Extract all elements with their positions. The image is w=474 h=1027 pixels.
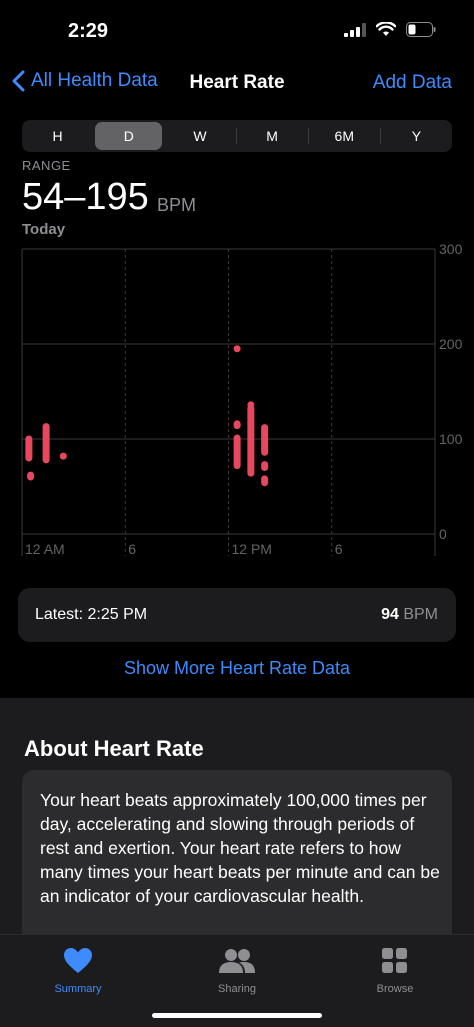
latest-bpm-value: 94 — [381, 606, 399, 623]
latest-bpm-unit: BPM — [403, 606, 438, 623]
y-tick-label: 300 — [439, 241, 463, 257]
range-value: 54–195 — [22, 176, 149, 218]
y-tick-label: 0 — [439, 526, 447, 542]
heart-rate-range-bar — [233, 420, 241, 430]
back-button[interactable]: All Health Data — [12, 70, 158, 92]
status-time: 2:29 — [68, 20, 109, 42]
tab-sharing[interactable]: Sharing — [187, 945, 287, 995]
tab-bar: Summary Sharing Browse — [0, 934, 474, 1027]
heart-rate-range-bar — [27, 471, 35, 481]
x-tick-label: 12 PM — [232, 541, 272, 557]
segment-year[interactable]: Y — [383, 122, 450, 150]
wifi-icon — [375, 21, 397, 42]
heart-rate-chart-svg: 300 200 100 0 12 AM 6 12 PM 6 — [21, 241, 463, 557]
tab-sharing-label: Sharing — [218, 983, 256, 995]
people-icon — [187, 945, 287, 977]
tab-summary[interactable]: Summary — [28, 945, 128, 995]
segment-hour[interactable]: H — [24, 122, 91, 150]
heart-rate-range-bar — [42, 423, 50, 464]
y-tick-label: 100 — [439, 431, 463, 447]
grid-icon — [345, 945, 445, 977]
heart-rate-range-bar — [247, 401, 255, 409]
heart-rate-range-bar — [247, 405, 255, 477]
heart-icon — [28, 945, 128, 977]
status-icons — [344, 21, 436, 42]
heart-rate-range-bar — [59, 452, 67, 460]
about-title: About Heart Rate — [24, 736, 204, 761]
segment-month[interactable]: M — [239, 122, 306, 150]
status-bar: 2:29 — [0, 0, 474, 60]
y-tick-label: 200 — [439, 336, 463, 352]
range-unit: BPM — [157, 195, 197, 215]
heart-rate-range-bar — [233, 434, 241, 470]
chevron-left-icon — [12, 70, 25, 92]
add-data-button[interactable]: Add Data — [373, 72, 452, 94]
show-more-heart-rate-data-link[interactable]: Show More Heart Rate Data — [0, 658, 474, 679]
about-text: Your heart beats approximately 100,000 t… — [40, 790, 440, 906]
tab-browse[interactable]: Browse — [345, 945, 445, 995]
heart-rate-range-bar — [261, 461, 269, 471]
heart-rate-chart[interactable]: 300 200 100 0 12 AM 6 12 PM 6 — [0, 240, 474, 565]
back-button-label: All Health Data — [31, 70, 158, 91]
range-label: RANGE — [22, 158, 71, 173]
heart-rate-range-bar — [261, 424, 269, 456]
range-period: Today — [22, 221, 66, 238]
segment-divider — [235, 128, 237, 144]
heart-rate-range-bar — [233, 345, 241, 353]
navigation-bar: All Health Data Heart Rate Add Data — [0, 60, 474, 108]
heart-rate-range-bar — [261, 475, 269, 487]
latest-reading-card[interactable]: Latest: 2:25 PM 94 BPM — [18, 588, 456, 642]
heart-rate-range-bar — [25, 435, 33, 462]
latest-reading-label: Latest: 2:25 PM — [35, 606, 148, 623]
x-tick-label: 6 — [128, 541, 136, 557]
segment-day[interactable]: D — [95, 122, 163, 150]
cellular-signal-icon — [344, 22, 366, 42]
segment-week[interactable]: W — [166, 122, 233, 150]
x-tick-label: 12 AM — [25, 541, 65, 557]
latest-reading-value: 94 BPM — [381, 606, 438, 624]
tab-summary-label: Summary — [54, 983, 102, 995]
tab-browse-label: Browse — [376, 983, 414, 995]
home-indicator — [152, 1013, 322, 1018]
segment-divider — [379, 128, 381, 144]
segment-divider — [307, 128, 309, 144]
x-tick-label: 6 — [335, 541, 343, 557]
time-range-segmented-control: H D W M 6M Y — [22, 120, 452, 152]
battery-icon — [406, 22, 436, 42]
segment-6-months[interactable]: 6M — [311, 122, 378, 150]
